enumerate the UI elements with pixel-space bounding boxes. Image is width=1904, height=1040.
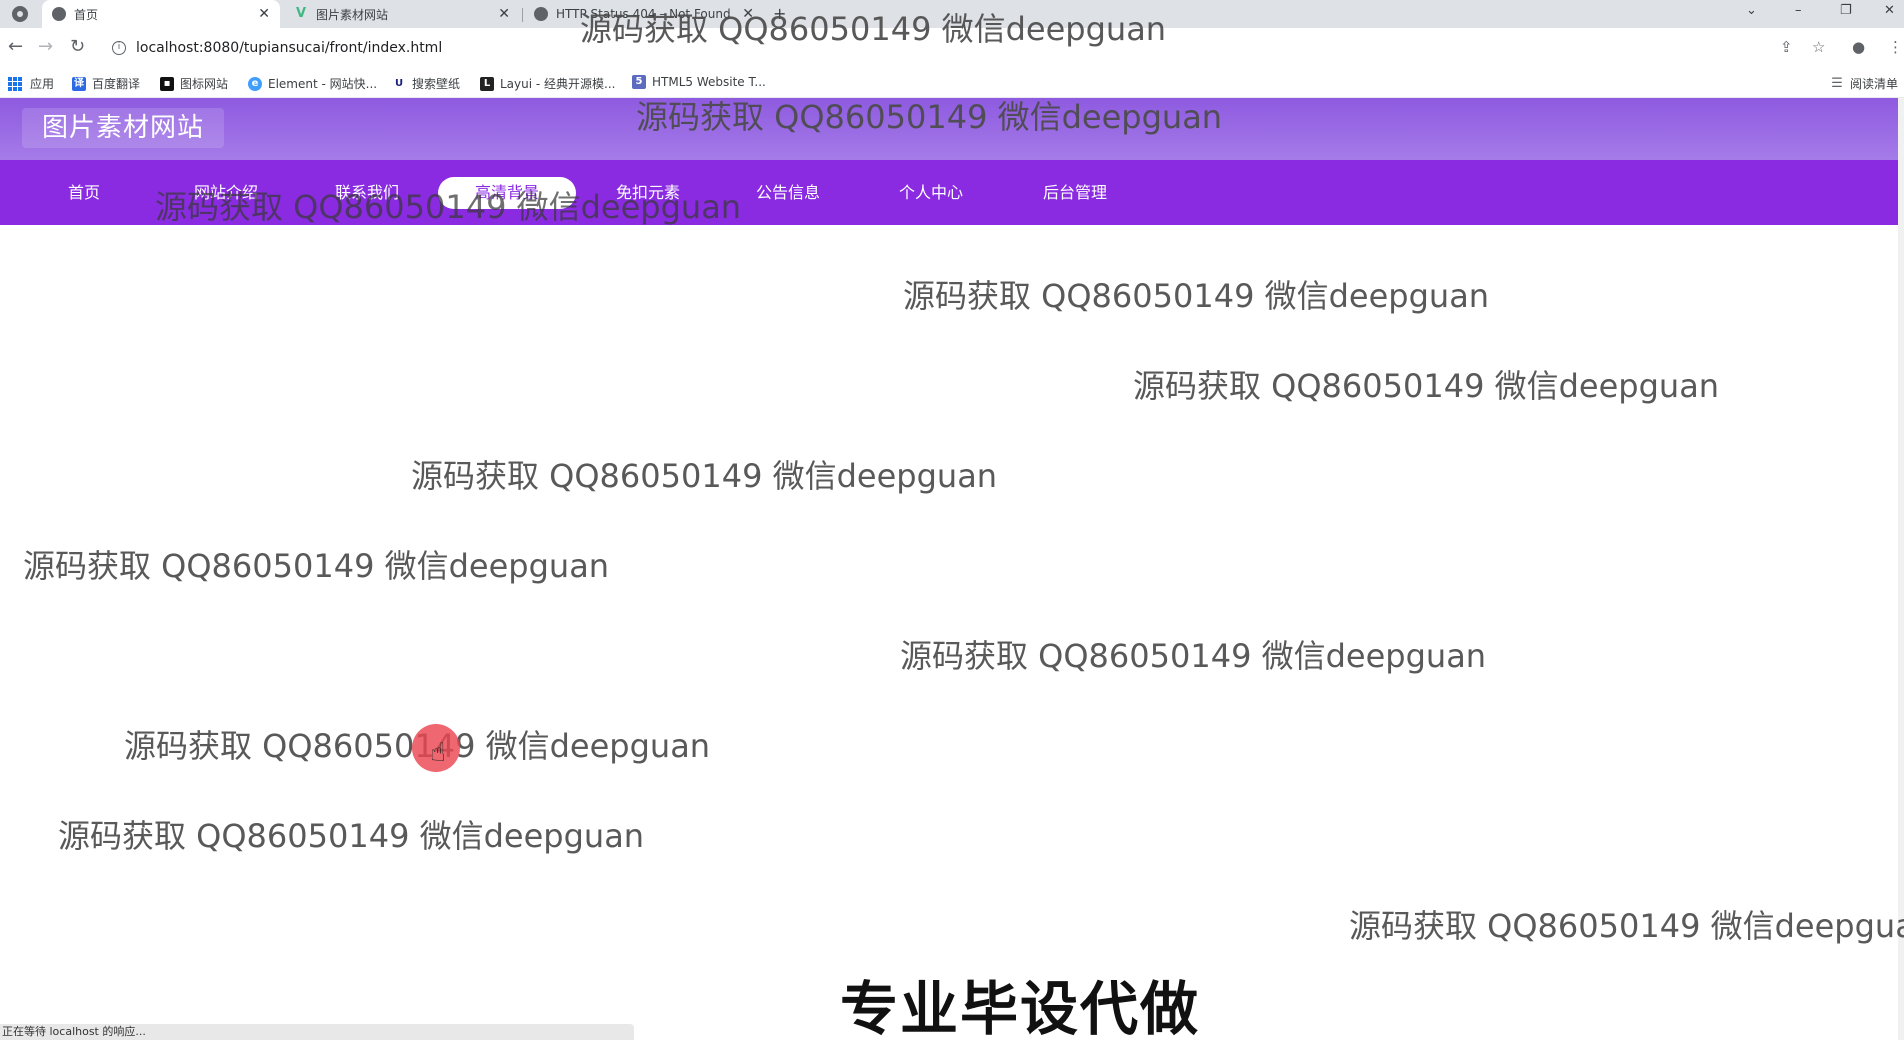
- watermark: 源码获取 QQ86050149 微信deepguan: [1349, 907, 1904, 945]
- site-info-icon[interactable]: i: [112, 41, 126, 55]
- nav-cutout-elements[interactable]: 免扣元素: [579, 177, 717, 209]
- wallpaper-icon: U: [394, 77, 404, 89]
- bookmark-icon-site[interactable]: ▪ 图标网站: [160, 75, 228, 92]
- site-header: 图片素材网站: [0, 98, 1898, 160]
- bookmark-layui[interactable]: L Layui - 经典开源模...: [480, 75, 615, 92]
- bookmark-label: 应用: [30, 77, 55, 91]
- address-bar[interactable]: i localhost:8080/tupiansucai/front/index…: [102, 33, 1772, 63]
- url-text: localhost:8080/tupiansucai/front/index.h…: [136, 40, 443, 56]
- bookmark-label: 图标网站: [180, 77, 229, 91]
- browser-menu-icon[interactable]: [12, 6, 28, 22]
- globe-icon: [52, 7, 66, 21]
- reading-list-icon: ☰: [1831, 75, 1843, 91]
- bookmark-label: Element - 网站快...: [268, 77, 378, 91]
- site-nav: 首页 网站介绍 联系我们 高清背景 免扣元素 公告信息 个人中心 后台管理: [0, 160, 1898, 225]
- reading-list-label: 阅读清单: [1850, 77, 1899, 91]
- tab-search-icon[interactable]: ⌄: [1746, 3, 1757, 18]
- baidu-translate-icon: 译: [72, 76, 86, 91]
- minimize-button[interactable]: –: [1795, 3, 1802, 18]
- element-icon: e: [248, 76, 262, 91]
- new-tab-button[interactable]: +: [773, 4, 786, 23]
- nav-user-center[interactable]: 个人中心: [862, 177, 1000, 209]
- reading-list[interactable]: ☰ 阅读清单: [1830, 75, 1898, 92]
- bookmark-star-icon[interactable]: ☆: [1812, 39, 1825, 55]
- watermark: 源码获取 QQ86050149 微信deepguan: [903, 277, 1490, 315]
- nav-about[interactable]: 网站介绍: [157, 177, 295, 209]
- video-caption: 专业毕设代做: [840, 975, 1201, 1040]
- nav-admin[interactable]: 后台管理: [1006, 177, 1144, 209]
- tab-title: 图片素材网站: [316, 7, 389, 22]
- bookmark-label: 搜索壁纸: [412, 77, 461, 91]
- close-window-button[interactable]: ✕: [1884, 3, 1895, 18]
- watermark: 源码获取 QQ86050149 微信deepguan: [411, 457, 998, 495]
- tab-title: HTTP Status 404 – Not Found: [556, 7, 731, 21]
- watermark: 源码获取 QQ86050149 微信deepguan: [1133, 367, 1720, 405]
- vue-icon: V: [295, 6, 307, 21]
- tab-site[interactable]: V 图片素材网站 ✕: [284, 0, 520, 28]
- bookmarks-bar: 应用 译 百度翻译 ▪ 图标网站 e Element - 网站快... U 搜索…: [0, 68, 1904, 98]
- more-menu-icon[interactable]: ⋮: [1888, 39, 1903, 55]
- tab-divider: [522, 8, 523, 22]
- bookmark-apps[interactable]: 应用: [8, 75, 54, 92]
- reload-icon[interactable]: ↻: [70, 37, 85, 57]
- back-icon[interactable]: ←: [8, 37, 23, 57]
- restore-button[interactable]: ❐: [1840, 3, 1852, 18]
- tab-home[interactable]: 首页 ✕: [42, 0, 280, 28]
- nav-hd-backgrounds[interactable]: 高清背景: [438, 177, 576, 209]
- nav-announcements[interactable]: 公告信息: [719, 177, 857, 209]
- watermark: 源码获取 QQ86050149 微信deepguan: [58, 817, 645, 855]
- bookmark-label: Layui - 经典开源模...: [500, 77, 616, 91]
- watermark: 源码获取 QQ86050149 微信deepguan: [23, 547, 610, 585]
- browser-toolbar: ← → ↻ i localhost:8080/tupiansucai/front…: [0, 28, 1904, 68]
- close-tab-icon[interactable]: ✕: [742, 6, 754, 22]
- bookmark-wallpaper[interactable]: U 搜索壁纸: [392, 75, 460, 92]
- bookmark-label: HTML5 Website T...: [652, 75, 766, 89]
- tab-strip: 首页 ✕ V 图片素材网站 ✕ HTTP Status 404 – Not Fo…: [0, 0, 1904, 28]
- bookmark-element[interactable]: e Element - 网站快...: [248, 75, 377, 92]
- close-tab-icon[interactable]: ✕: [258, 6, 270, 22]
- screen: 首页 ✕ V 图片素材网站 ✕ HTTP Status 404 – Not Fo…: [0, 0, 1904, 1040]
- close-tab-icon[interactable]: ✕: [498, 6, 510, 22]
- globe-icon: [534, 7, 548, 21]
- apps-icon: [8, 76, 22, 91]
- page-scrollbar[interactable]: [1898, 98, 1904, 1040]
- layui-icon: L: [480, 76, 494, 91]
- forward-icon[interactable]: →: [38, 37, 53, 57]
- status-bar: 正在等待 localhost 的响应...: [0, 1024, 634, 1040]
- site-logo[interactable]: 图片素材网站: [22, 108, 225, 148]
- watermark: 源码获取 QQ86050149 微信deepguan: [900, 637, 1487, 675]
- nav-contact[interactable]: 联系我们: [298, 177, 436, 209]
- nav-home[interactable]: 首页: [15, 177, 153, 209]
- bookmark-label: 百度翻译: [92, 77, 141, 91]
- hand-cursor-icon: ☝: [430, 738, 446, 768]
- bookmark-html5[interactable]: 5 HTML5 Website T...: [632, 75, 766, 89]
- html5-icon: 5: [632, 75, 646, 89]
- tab-404[interactable]: HTTP Status 404 – Not Found ✕: [524, 0, 764, 28]
- share-icon[interactable]: ⇪: [1780, 39, 1793, 55]
- bookmark-baidu-translate[interactable]: 译 百度翻译: [72, 75, 140, 92]
- profile-icon[interactable]: ●: [1852, 39, 1865, 55]
- tab-title: 首页: [74, 7, 99, 22]
- iconfont-icon: ▪: [160, 76, 174, 91]
